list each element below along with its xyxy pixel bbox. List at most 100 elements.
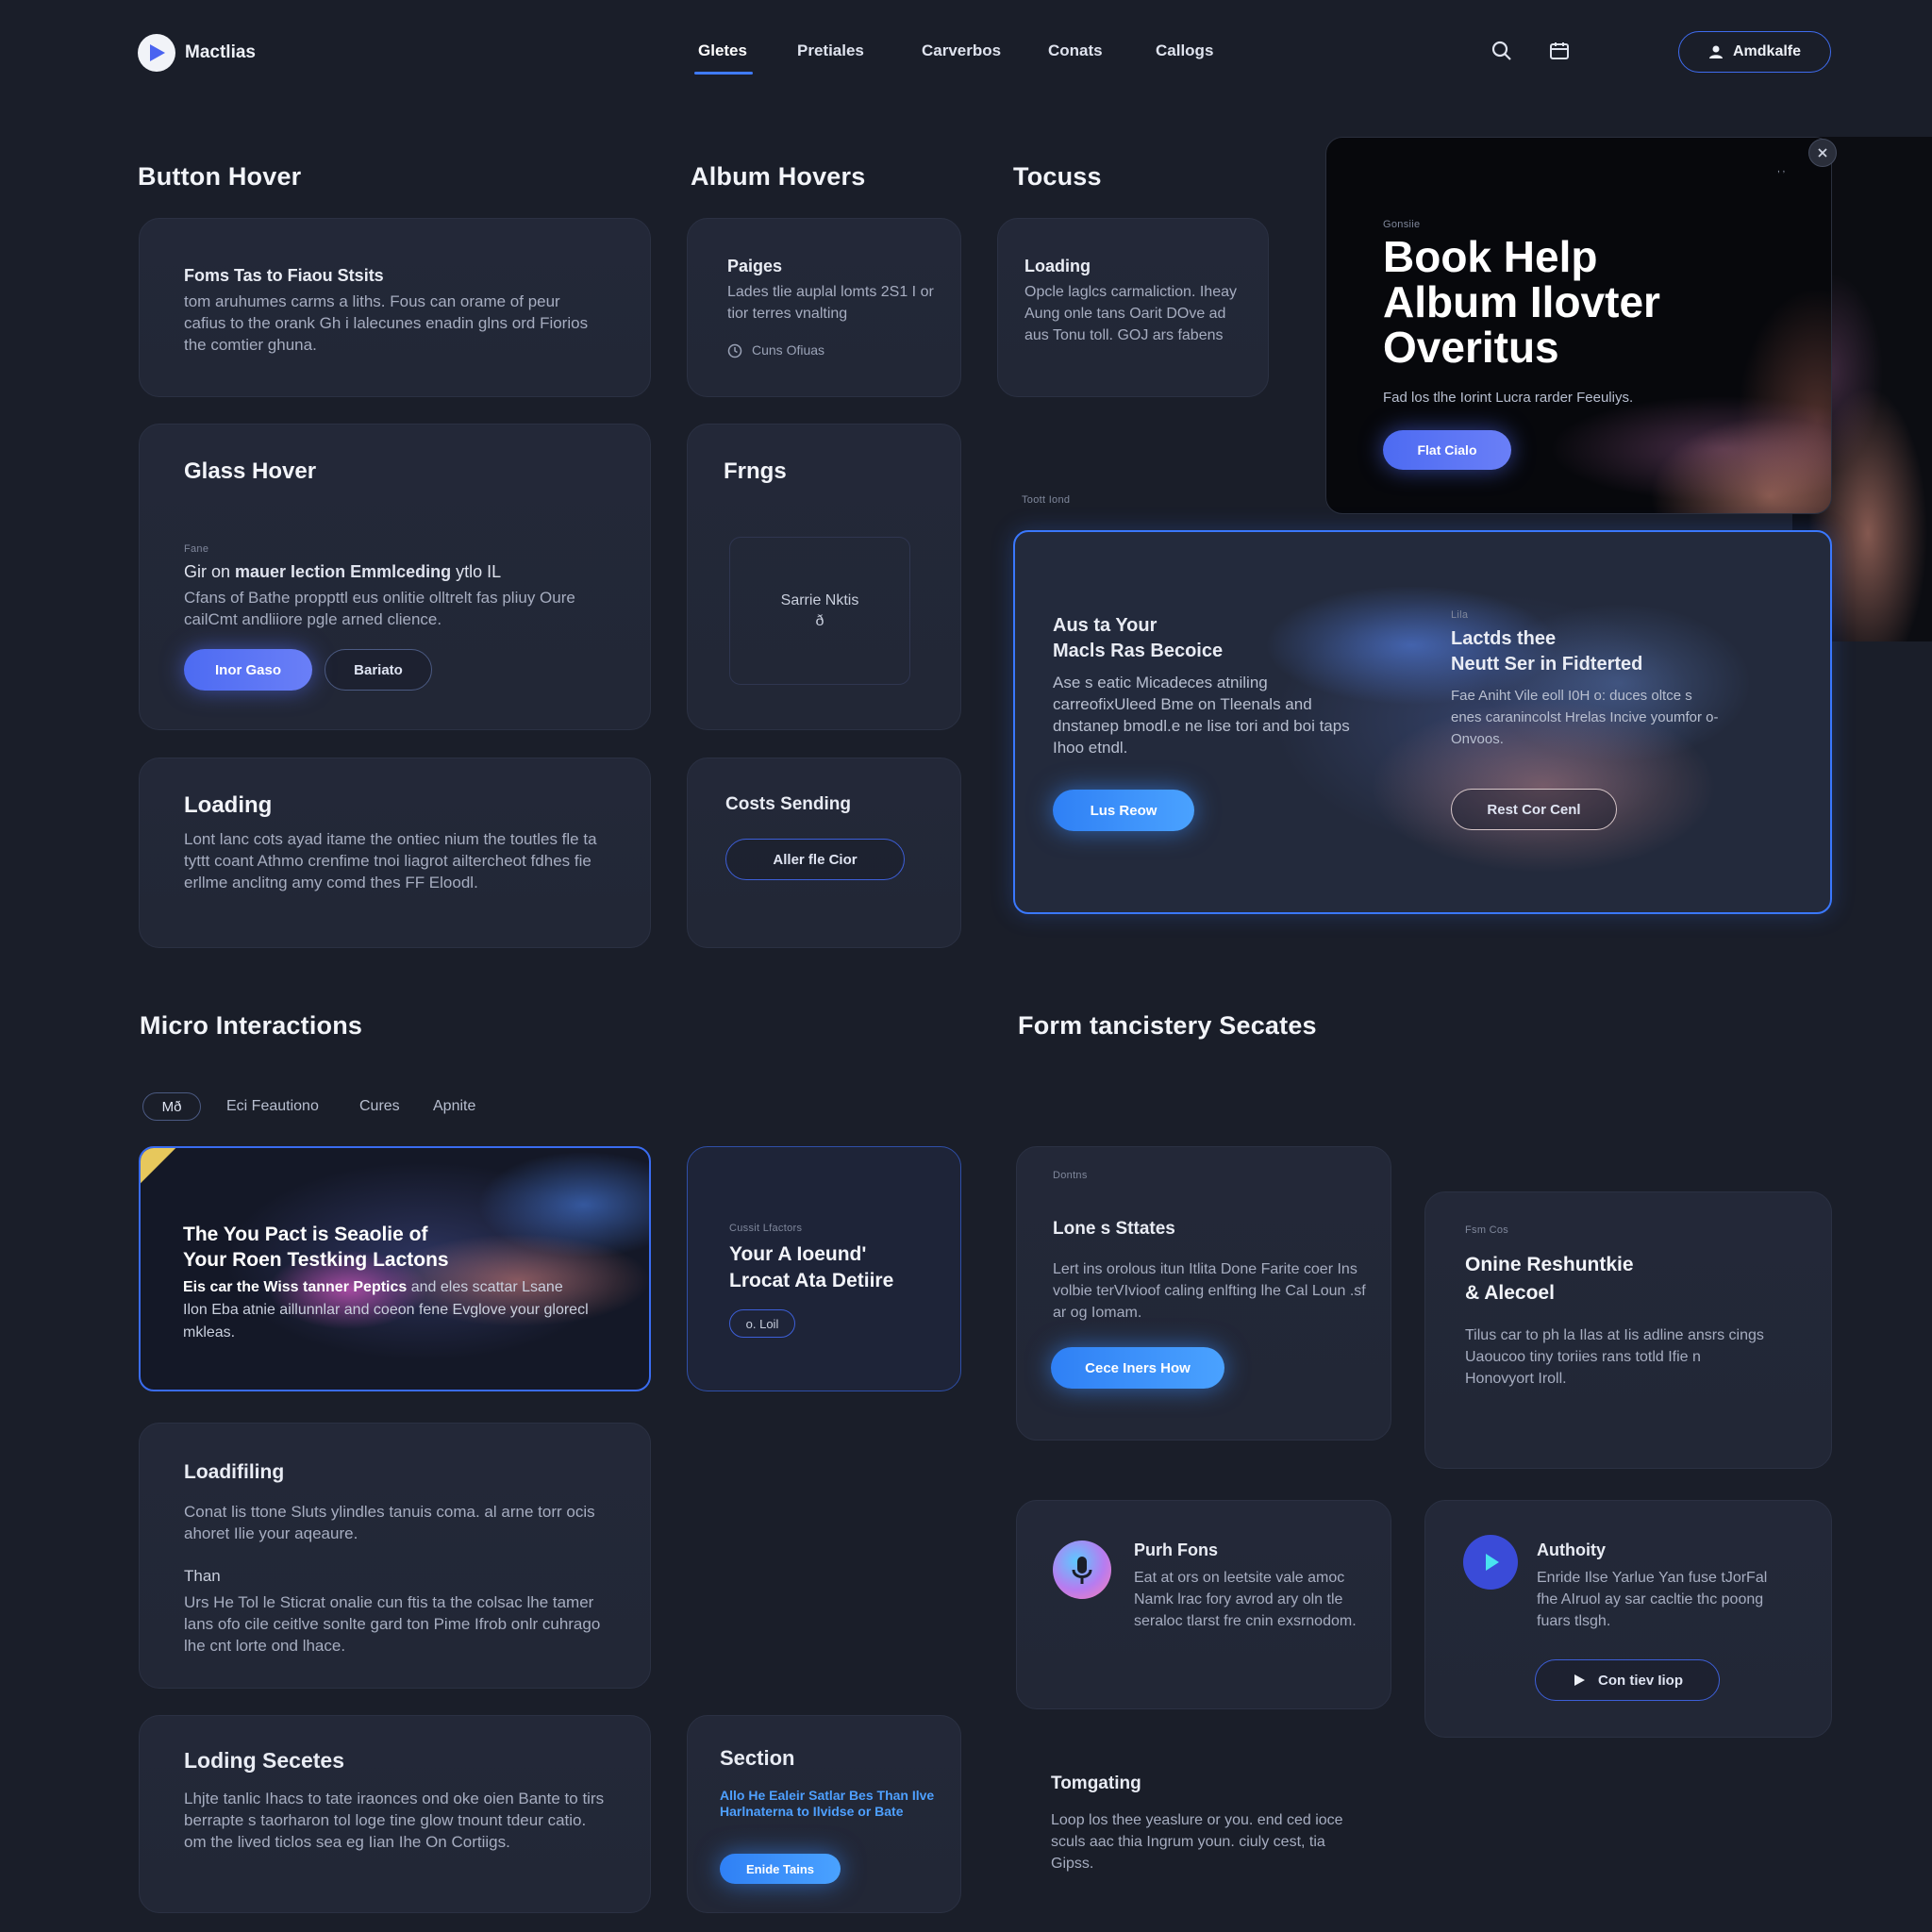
account-button[interactable]: Amdkalfe <box>1678 31 1831 73</box>
costs-button[interactable]: Aller fle Cior <box>725 839 905 880</box>
feature-left-title-line-1: Aus ta Your <box>1053 615 1158 636</box>
card-title-line-2: & Alecoel <box>1465 1282 1555 1304</box>
card-body: Cfans of Bathe proppttl eus onlitie ollt… <box>184 589 575 628</box>
card-pages[interactable]: Paiges Lades tlie auplal lomts 2S1 I or … <box>687 218 961 397</box>
card-title-line-1: Your A Ioeund' <box>729 1243 867 1265</box>
card-body: Lhjte tanlic Ihacs to tate iraonces ond … <box>184 1790 605 1851</box>
micro-tab-3[interactable]: Cures <box>359 1098 400 1115</box>
lone-states-button[interactable]: Cece Iners How <box>1051 1347 1224 1389</box>
card-title: Paiges <box>727 257 783 275</box>
card-glass-hover[interactable]: Glass Hover Fane Gir on mauer Iection Em… <box>139 424 651 730</box>
card-title: Purh Fons <box>1134 1541 1218 1559</box>
card-body: tom aruhumes carms a liths. Fous can ora… <box>184 292 589 354</box>
micro-tab-2[interactable]: Eci Feautiono <box>226 1098 319 1115</box>
card-title: Glass Hover <box>184 458 317 484</box>
nav-link-3[interactable]: Carverbos <box>922 42 1001 60</box>
feature-right-title-line-2: Neutt Ser in Fidterted <box>1451 654 1643 675</box>
clock-icon <box>727 343 742 363</box>
calendar-icon[interactable] <box>1548 40 1571 67</box>
modal-cta-button[interactable]: Flat Cialo <box>1383 430 1511 470</box>
brand-logo-icon[interactable] <box>138 34 175 72</box>
card-loading-secrets[interactable]: Loding Secetes Lhjte tanlic Ihacs to tat… <box>139 1715 651 1913</box>
section-title-button-hover: Button Hover <box>138 162 302 191</box>
close-icon[interactable] <box>1808 139 1837 167</box>
modal-eyebrow: Gonsiie <box>1383 219 1421 230</box>
card-frngs[interactable]: Frngs Sarrie Nktis ð <box>687 424 961 730</box>
micro-side-card[interactable]: Cussit Lfactors Your A Ioeund' Lrocat At… <box>687 1146 961 1391</box>
card-loading-top[interactable]: Loading Opcle laglcs carmaliction. Iheay… <box>997 218 1269 397</box>
feature-right-body: Fae Aniht Vile eoll I0H o: duces oltce s… <box>1451 688 1719 747</box>
card-body: Lont lanc cots ayad itame the ontiec niu… <box>184 830 597 891</box>
card-title: Lone s Sttates <box>1053 1219 1175 1239</box>
nav-link-2[interactable]: Pretiales <box>797 42 864 60</box>
feature-left-button[interactable]: Lus Reow <box>1053 790 1194 831</box>
card-body: Tilus car to ph la Ilas at Iis adline an… <box>1465 1327 1764 1387</box>
card-body: Lades tlie auplal lomts 2S1 I or tior te… <box>727 284 934 322</box>
search-icon[interactable] <box>1491 40 1513 67</box>
card-online-reshuntkie[interactable]: Fsm Cos Onine Reshuntkie & Alecoel Tilus… <box>1424 1191 1832 1469</box>
micro-feature-card[interactable]: The You Pact is Seaolie of Your Roen Tes… <box>139 1146 651 1391</box>
card-loading-mid[interactable]: Loading Lont lanc cots ayad itame the on… <box>139 758 651 948</box>
card-costs-sending[interactable]: Costs Sending Aller fle Cior <box>687 758 961 948</box>
section-title-album-hovers: Album Hovers <box>691 162 866 191</box>
nav-link-5[interactable]: Callogs <box>1156 42 1213 60</box>
card-push-fons[interactable]: Purh Fons Eat at ors on leetsite vale am… <box>1016 1500 1391 1709</box>
glass-secondary-button[interactable]: Bariato <box>325 649 432 691</box>
glass-primary-button[interactable]: Inor Gaso <box>184 649 312 691</box>
card-body-1: Conat lis ttone Sluts ylindles tanuis co… <box>184 1503 595 1542</box>
modal-title-line-2: Album Ilovter <box>1383 277 1660 326</box>
micro-tab-4[interactable]: Apnite <box>433 1098 475 1115</box>
card-title: Onine Reshuntkie & Alecoel <box>1465 1251 1634 1307</box>
account-label: Amdkalfe <box>1732 43 1802 59</box>
tomgating-title: Tomgating <box>1051 1774 1141 1793</box>
card-title: Your A Ioeund' Lrocat Ata Detiire <box>729 1241 893 1294</box>
corner-ribbon <box>141 1148 184 1191</box>
micro-feature-body-bold: Eis car the Wiss tanner Peptics <box>183 1279 408 1295</box>
micro-feature-title: The You Pact is Seaolie of Your Roen Tes… <box>183 1222 449 1273</box>
frngs-preview-box[interactable]: Sarrie Nktis ð <box>729 537 910 685</box>
card-eyebrow: Cussit Lfactors <box>729 1223 803 1234</box>
hero-modal: Gonsiie Book Help Album Ilovter Overitus… <box>1325 137 1832 514</box>
card-lead-bold: mauer Iection Emmlceding <box>235 562 452 581</box>
card-lone-states[interactable]: Dontns Lone s Sttates Lert ins orolous i… <box>1016 1146 1391 1441</box>
play-icon <box>1463 1535 1518 1590</box>
modal-title: Book Help Album Ilovter Overitus <box>1383 234 1660 370</box>
card-title-line-1: Onine Reshuntkie <box>1465 1254 1634 1275</box>
section-button[interactable]: Enide Tains <box>720 1854 841 1884</box>
card-meta: Cuns Ofiuas <box>752 342 825 358</box>
section-title-tocuss: Tocuss <box>1013 162 1102 191</box>
card-button-hover[interactable]: Foms Tas to Fiaou Stsits tom aruhumes ca… <box>139 218 651 397</box>
card-title: Loding Secetes <box>184 1748 344 1773</box>
nav-link-4[interactable]: Conats <box>1048 42 1103 60</box>
feature-right-button[interactable]: Rest Cor Cenl <box>1451 789 1617 830</box>
authority-button[interactable]: Con tiev Iiop <box>1535 1659 1720 1701</box>
card-body: Eat at ors on leetsite vale amoc Namk lr… <box>1134 1570 1357 1629</box>
user-icon <box>1708 45 1723 58</box>
card-body: Enride Ilse Yarlue Yan fuse tJorFal fhe … <box>1537 1570 1768 1629</box>
card-loadiling[interactable]: Loadifiling Conat lis ttone Sluts ylindl… <box>139 1423 651 1689</box>
micro-tab-1[interactable]: Mð <box>142 1092 201 1121</box>
feature-left-body: Ase s eatic Micadeces atniling carreofix… <box>1053 674 1350 757</box>
modal-title-line-1: Book Help <box>1383 232 1598 281</box>
card-eyebrow: Dontns <box>1053 1170 1088 1181</box>
card-title: Loadifiling <box>184 1461 285 1483</box>
side-chip[interactable]: o. Loil <box>729 1309 795 1338</box>
card-authority[interactable]: Authoity Enride Ilse Yarlue Yan fuse tJo… <box>1424 1500 1832 1738</box>
card-lead-plain: Gir on <box>184 562 236 581</box>
micro-feature-body: Eis car the Wiss tanner Peptics and eles… <box>183 1276 589 1344</box>
feature-left-title-line-2: Macls Ras Becoice <box>1053 641 1224 661</box>
feature-right-title-line-1: Lactds thee <box>1451 628 1557 649</box>
micro-feature-title-line-1: The You Pact is Seaolie of <box>183 1224 428 1245</box>
brand-name[interactable]: Mactlias <box>185 42 256 63</box>
card-section[interactable]: Section Allo He Ealeir Satlar Bes Than I… <box>687 1715 961 1913</box>
card-title: Section <box>720 1746 795 1770</box>
card-body: Opcle laglcs carmaliction. Iheay Aung on… <box>1024 284 1237 343</box>
nav-link-1[interactable]: Gletes <box>698 42 747 60</box>
card-title: Frngs <box>724 458 787 484</box>
card-body-2: Urs He Tol le Sticrat onalie cun ftis ta… <box>184 1593 601 1655</box>
preview-glyph: ð <box>815 612 824 629</box>
card-title-line-2: Lrocat Ata Detiire <box>729 1270 894 1291</box>
card-lead-tail: ytlo IL <box>451 562 502 581</box>
feature-card[interactable]: Aus ta Your Macls Ras Becoice Ase s eati… <box>1013 530 1832 914</box>
feature-left-title: Aus ta Your Macls Ras Becoice <box>1053 613 1223 664</box>
